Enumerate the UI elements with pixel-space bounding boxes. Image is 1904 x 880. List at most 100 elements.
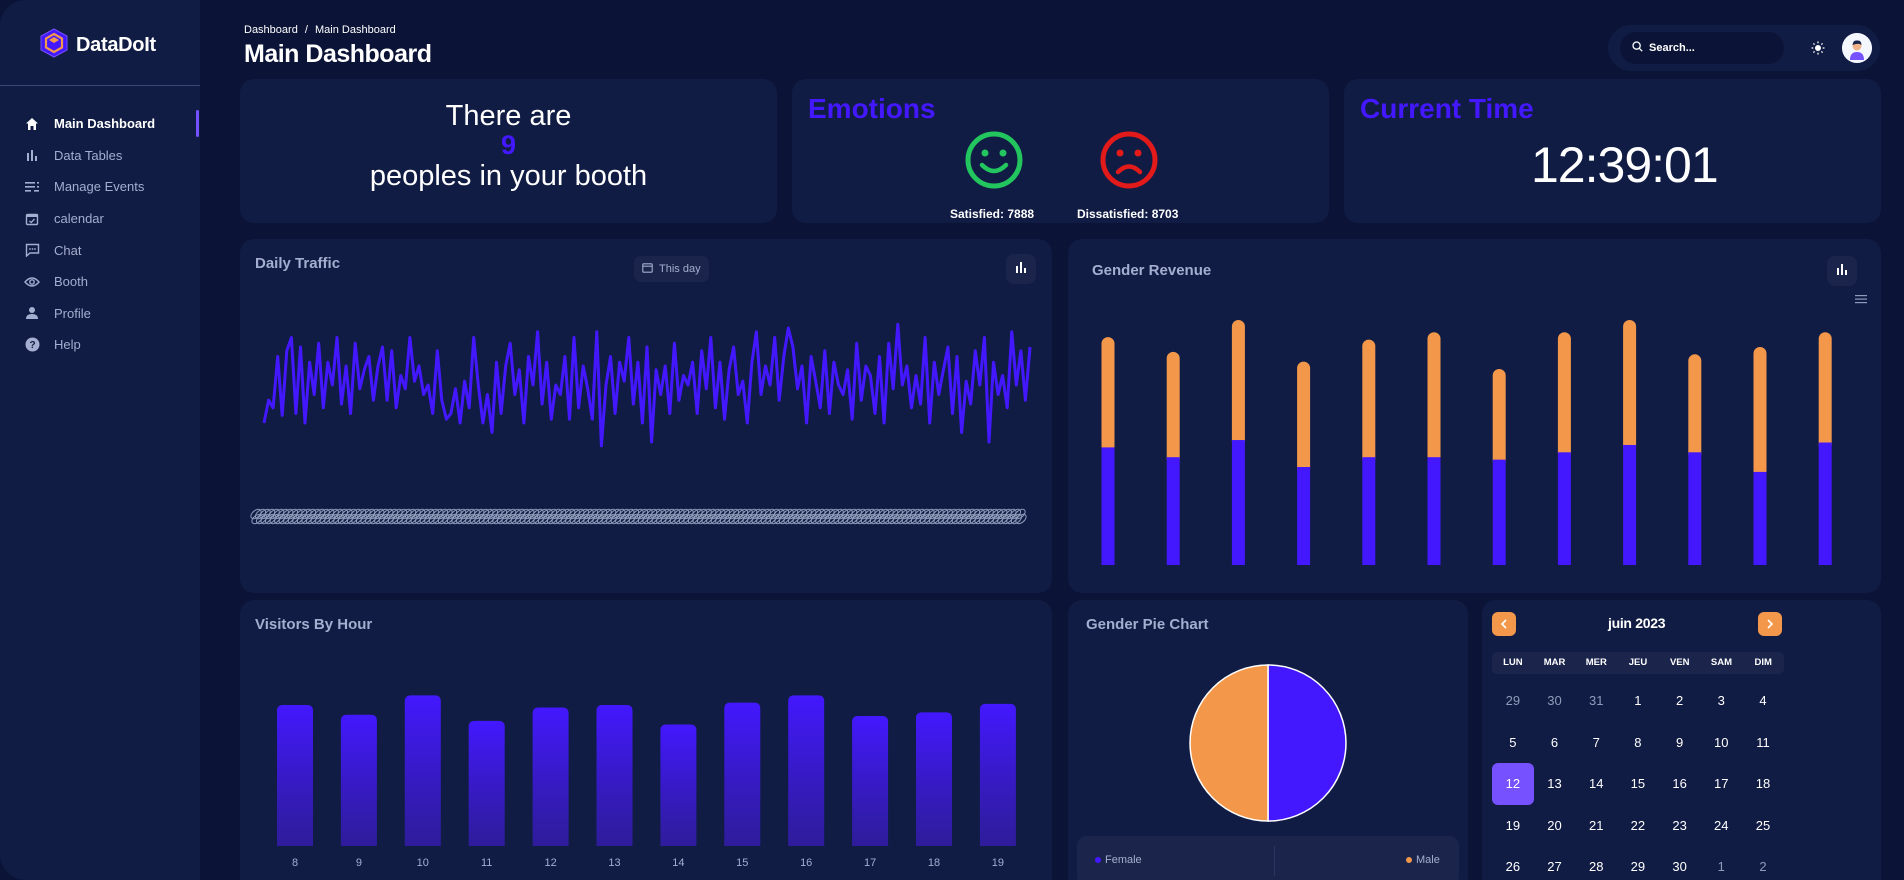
calendar-day[interactable]: 1 xyxy=(1700,846,1742,880)
sidebar-item-data-tables[interactable]: Data Tables xyxy=(0,140,200,172)
calendar-day[interactable]: 22 xyxy=(1617,805,1659,847)
revenue-bar-male xyxy=(1297,361,1311,475)
booth-card: There are 9 peoples in your booth xyxy=(240,79,777,223)
calendar-day[interactable]: 15 xyxy=(1617,763,1659,805)
chart-options-button[interactable] xyxy=(1006,254,1036,284)
sidebar-item-main-dashboard[interactable]: Main Dashboard xyxy=(0,108,200,140)
traffic-line xyxy=(262,322,1032,448)
calendar-day-label: 21 xyxy=(1588,817,1604,833)
calendar-day[interactable]: 11 xyxy=(1742,722,1784,764)
visitors-bar xyxy=(277,705,313,846)
calendar-day-label: 31 xyxy=(1588,693,1604,709)
x-tick-label: 17 xyxy=(864,857,876,869)
calendar-day[interactable]: 9 xyxy=(1659,722,1701,764)
revenue-bar-male xyxy=(1166,351,1180,466)
visitors-by-hour-card: Visitors By Hour 8 9 10 11 12 13 14 15 16 17 18 19 xyxy=(240,600,1052,880)
calendar-day-label: 2 xyxy=(1675,693,1684,709)
revenue-bar-female xyxy=(1297,467,1311,565)
search-icon xyxy=(1632,39,1643,57)
calendar-day[interactable]: 8 xyxy=(1617,722,1659,764)
calendar-day[interactable]: 16 xyxy=(1659,763,1701,805)
visitors-by-hour-chart: 8 9 10 11 12 13 14 15 16 17 18 19 xyxy=(277,695,1016,869)
calendar-day[interactable]: 4 xyxy=(1742,680,1784,722)
revenue-bar-male xyxy=(1753,346,1767,480)
calendar-day[interactable]: 18 xyxy=(1742,763,1784,805)
calendar-day-label: 19 xyxy=(1505,817,1521,833)
calendar-day[interactable]: 21 xyxy=(1575,805,1617,847)
calendar-day[interactable]: 19 xyxy=(1492,805,1534,847)
calendar-day[interactable]: 5 xyxy=(1492,722,1534,764)
calendar-day[interactable]: 27 xyxy=(1534,846,1576,880)
sidebar-item-chat[interactable]: Chat xyxy=(0,234,200,266)
calendar-day[interactable]: 26 xyxy=(1492,846,1534,880)
visitors-bar xyxy=(596,705,633,846)
calendar-next-button[interactable] xyxy=(1758,612,1782,636)
calendar-day[interactable]: 10 xyxy=(1700,722,1742,764)
sidebar-item-help[interactable]: ? Help xyxy=(0,329,200,361)
calendar-day-label: 26 xyxy=(1505,859,1521,875)
calendar-day[interactable]: 29 xyxy=(1492,680,1534,722)
calendar-day[interactable]: 3 xyxy=(1700,680,1742,722)
legend-male-label: Male xyxy=(1416,854,1440,866)
calendar-day[interactable]: 28 xyxy=(1575,846,1617,880)
search-box[interactable] xyxy=(1620,32,1784,64)
gender-revenue-chart xyxy=(1101,320,1832,565)
calendar-day[interactable]: 30 xyxy=(1659,846,1701,880)
calendar-day-label: 30 xyxy=(1672,859,1687,875)
calendar-day-label: 12 xyxy=(1492,762,1534,805)
calendar-day-label: 24 xyxy=(1714,817,1729,833)
calendar-day[interactable]: 14 xyxy=(1575,763,1617,805)
daily-traffic-chart xyxy=(250,322,1032,525)
calendar-day[interactable]: 2 xyxy=(1659,680,1701,722)
calendar-month-label[interactable]: juin 2023 xyxy=(1608,615,1666,631)
calendar-day[interactable]: 7 xyxy=(1575,722,1617,764)
breadcrumb-link-dashboard[interactable]: Dashboard xyxy=(244,24,298,36)
sidebar-item-booth[interactable]: Booth xyxy=(0,266,200,298)
time-title: Current Time xyxy=(1360,93,1534,124)
calendar-day[interactable]: 1 xyxy=(1617,680,1659,722)
sidebar-item-calendar[interactable]: calendar xyxy=(0,203,200,235)
calendar-day[interactable]: 2 xyxy=(1742,846,1784,880)
current-time: 12:39:01 xyxy=(1531,137,1719,193)
page-title: Main Dashboard xyxy=(244,40,432,68)
calendar-day[interactable]: 17 xyxy=(1700,763,1742,805)
calendar-day[interactable]: 29 xyxy=(1617,846,1659,880)
calendar-weekday-header: LUN MAR MER JEU VEN SAM DIM xyxy=(1492,652,1784,674)
dissatisfied-count: Dissatisfied: 8703 xyxy=(1077,207,1179,221)
calendar-day[interactable]: 13 xyxy=(1534,763,1576,805)
sidebar-item-label: Profile xyxy=(54,305,91,321)
revenue-bar-female xyxy=(1753,471,1767,565)
brand[interactable]: DataDoIt xyxy=(40,28,156,63)
calendar-day[interactable]: 31 xyxy=(1575,680,1617,722)
calendar-prev-button[interactable] xyxy=(1492,612,1516,636)
sidebar-item-profile[interactable]: Profile xyxy=(0,298,200,330)
calendar-day[interactable]: 12 xyxy=(1492,762,1534,805)
legend-female: Female xyxy=(1095,854,1142,866)
calendar-day[interactable]: 20 xyxy=(1534,805,1576,847)
sun-icon[interactable] xyxy=(1810,40,1826,56)
pie-slice-male xyxy=(1189,664,1269,822)
calendar-day[interactable]: 23 xyxy=(1659,805,1701,847)
calendar-day-label: 15 xyxy=(1630,776,1646,792)
booth-line1: There are xyxy=(445,100,572,132)
sidebar: DataDoIt Main Dashboard Data Tables Mana… xyxy=(0,0,200,880)
calendar-day[interactable]: 6 xyxy=(1534,722,1576,764)
breadcrumb-current[interactable]: Main Dashboard xyxy=(315,24,396,36)
calendar-day-label: 29 xyxy=(1630,859,1646,875)
calendar-day[interactable]: 30 xyxy=(1534,680,1576,722)
list-icon xyxy=(24,179,40,195)
sidebar-item-manage-events[interactable]: Manage Events xyxy=(0,171,200,203)
revenue-bar-male xyxy=(1492,369,1506,468)
calendar-day[interactable]: 24 xyxy=(1700,805,1742,847)
visitors-bar xyxy=(852,715,889,846)
daily-traffic-card: Daily Traffic This day xyxy=(240,239,1052,593)
weekday-label: SAM xyxy=(1710,657,1733,668)
female-dot xyxy=(1095,857,1101,863)
calendar-day-label: 7 xyxy=(1592,734,1600,750)
x-tick-label: 14 xyxy=(672,857,684,869)
calendar-day[interactable]: 25 xyxy=(1742,805,1784,847)
period-filter[interactable]: This day xyxy=(634,256,709,282)
search-input[interactable] xyxy=(1649,42,1769,54)
breadcrumb: Dashboard / Main Dashboard xyxy=(244,24,400,36)
avatar[interactable] xyxy=(1842,33,1872,63)
